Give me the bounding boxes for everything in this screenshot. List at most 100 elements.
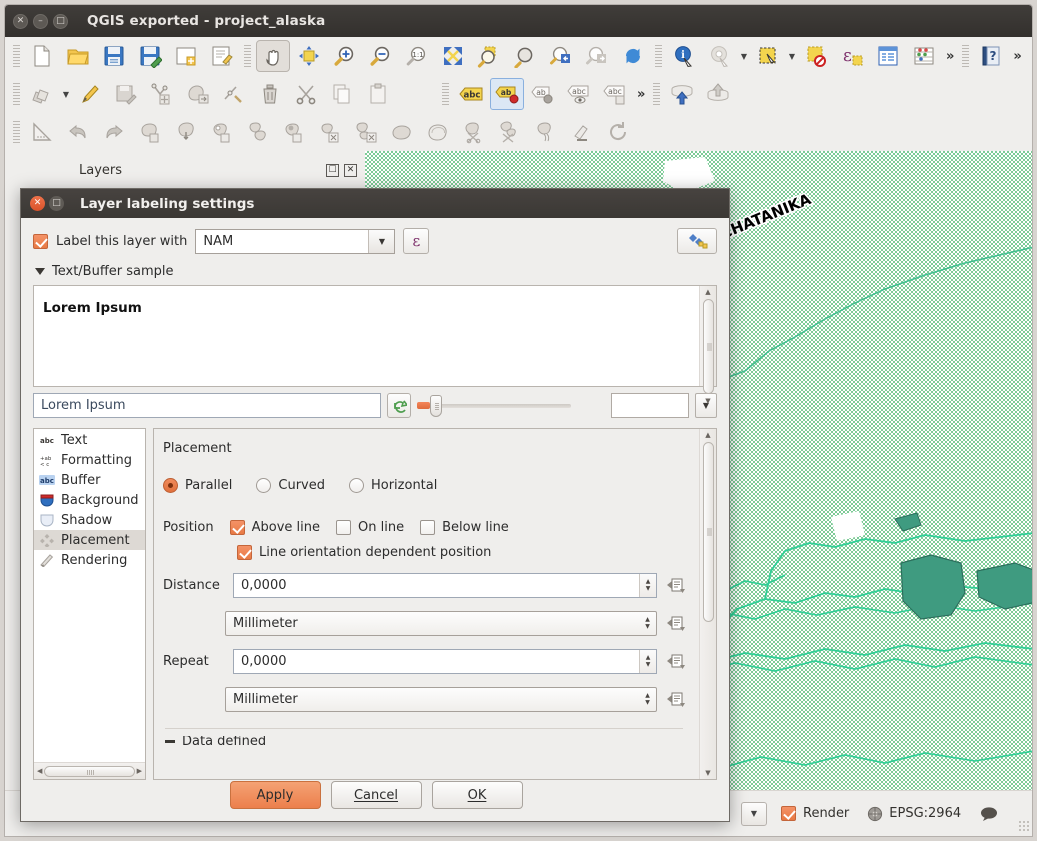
sidebar-item-background[interactable]: Background [34, 490, 145, 510]
current-edits-icon[interactable] [25, 78, 59, 110]
toolbar-grip-8[interactable] [13, 121, 20, 143]
add-vector-layer-icon[interactable] [701, 78, 735, 110]
save-project-as-icon[interactable] [133, 40, 167, 72]
sidebar-item-buffer[interactable]: abc Buffer [34, 470, 145, 490]
chevron-down-icon[interactable]: ▼ [738, 40, 750, 72]
repeat-spinbox[interactable]: 0,0000 ▲▼ [233, 649, 657, 674]
sample-zoom-value[interactable] [611, 393, 689, 418]
ok-button[interactable]: OK [432, 781, 523, 809]
measure-line-icon[interactable] [25, 116, 59, 148]
merge-features-icon[interactable] [529, 116, 563, 148]
distance-unit-data-defined-button[interactable] [665, 613, 689, 635]
scrollbar-thumb[interactable] [703, 299, 714, 394]
pan-to-selection-icon[interactable] [292, 40, 326, 72]
toolbar-grip-2[interactable] [244, 45, 251, 67]
distance-stepper[interactable]: ▲▼ [639, 574, 656, 597]
scroll-right-icon[interactable]: ▶ [135, 767, 144, 775]
resize-grip[interactable] [1018, 820, 1030, 832]
open-project-icon[interactable] [61, 40, 95, 72]
redo-icon[interactable] [97, 116, 131, 148]
sample-text-input[interactable]: Lorem Ipsum [33, 393, 381, 418]
placement-mode-horizontal[interactable]: Horizontal [349, 478, 437, 493]
add-part-icon[interactable] [241, 116, 275, 148]
delete-selected-icon[interactable] [253, 78, 287, 110]
save-project-icon[interactable] [97, 40, 131, 72]
show-hide-labels-icon[interactable]: abc [562, 78, 596, 110]
zoom-in-icon[interactable] [328, 40, 362, 72]
dialog-maximize-button[interactable]: □ [49, 196, 64, 211]
sidebar-item-placement[interactable]: Placement [34, 530, 145, 550]
position-below-line[interactable]: Below line [420, 520, 509, 535]
rotate-point-symbols-icon[interactable] [565, 116, 599, 148]
radio-curved[interactable] [256, 478, 271, 493]
rotate-feature-icon[interactable] [133, 116, 167, 148]
pin-labels-icon[interactable]: ab [526, 78, 560, 110]
chevron-down-icon[interactable]: ▼ [368, 230, 394, 253]
repeat-data-defined-button[interactable] [665, 651, 689, 673]
node-tool-icon[interactable] [217, 78, 251, 110]
reshape-features-icon[interactable] [385, 116, 419, 148]
close-icon[interactable]: ✕ [344, 164, 357, 177]
zoom-full-icon[interactable] [436, 40, 470, 72]
toolbar-grip-3[interactable] [655, 45, 662, 67]
move-label-icon[interactable]: abc [598, 78, 632, 110]
distance-unit-combo[interactable]: Millimeter ▲▼ [225, 611, 657, 636]
select-features-icon[interactable] [751, 40, 785, 72]
fill-ring-icon[interactable] [277, 116, 311, 148]
text-buffer-sample-section[interactable]: Text/Buffer sample [35, 264, 717, 279]
sidebar-item-text[interactable]: abc Text [34, 430, 145, 450]
select-by-expression-icon[interactable]: ε [835, 40, 869, 72]
checkbox-on-line[interactable] [336, 520, 351, 535]
toolbar-overflow-chevron-3[interactable]: » [633, 87, 649, 102]
crs-status[interactable]: EPSG:2964 [867, 806, 961, 822]
dialog-close-button[interactable]: ✕ [30, 196, 45, 211]
paste-features-icon[interactable] [361, 78, 395, 110]
render-checkbox[interactable] [781, 806, 796, 821]
run-feature-action-icon[interactable] [703, 40, 737, 72]
distance-spinbox[interactable]: 0,0000 ▲▼ [233, 573, 657, 598]
sidebar-scrollbar-thumb[interactable] [44, 766, 134, 777]
toolbar-overflow-chevron-2[interactable]: » [1009, 49, 1025, 64]
zoom-native-icon[interactable]: 1:1 [400, 40, 434, 72]
split-parts-icon[interactable] [493, 116, 527, 148]
collapse-triangle-icon[interactable] [35, 268, 45, 275]
zoom-last-icon[interactable] [544, 40, 578, 72]
collapse-minus-icon[interactable] [165, 740, 175, 743]
checkbox-line-orientation[interactable] [237, 545, 252, 560]
radio-horizontal[interactable] [349, 478, 364, 493]
undo-icon[interactable] [61, 116, 95, 148]
toolbar-grip[interactable] [13, 45, 20, 67]
window-minimize-button[interactable]: – [33, 14, 48, 29]
label-this-layer-checkbox[interactable] [33, 234, 48, 249]
delete-ring-icon[interactable] [313, 116, 347, 148]
sample-zoom-slider[interactable] [417, 393, 605, 418]
undock-icon[interactable]: ☐ [326, 164, 339, 177]
placement-mode-curved[interactable]: Curved [256, 478, 325, 493]
composer-manager-icon[interactable] [205, 40, 239, 72]
zoom-out-icon[interactable] [364, 40, 398, 72]
refresh-rotate-icon[interactable] [601, 116, 635, 148]
reset-button[interactable] [387, 393, 411, 418]
chevron-down-icon-3[interactable]: ▼ [60, 78, 72, 110]
scroll-down-icon[interactable]: ▼ [705, 395, 710, 407]
sidebar-item-shadow[interactable]: Shadow [34, 510, 145, 530]
new-project-icon[interactable] [25, 40, 59, 72]
identify-features-icon[interactable]: i [667, 40, 701, 72]
placement-settings-button[interactable] [677, 228, 717, 254]
cut-features-icon[interactable] [289, 78, 323, 110]
help-icon[interactable]: ? [974, 40, 1008, 72]
repeat-unit-stepper[interactable]: ▲▼ [639, 688, 656, 711]
distance-data-defined-button[interactable] [665, 575, 689, 597]
scroll-up-icon[interactable]: ▲ [705, 286, 710, 298]
simplify-feature-icon[interactable] [169, 116, 203, 148]
pan-map-icon[interactable] [256, 40, 290, 72]
expression-button[interactable]: ε [403, 228, 429, 254]
statistics-icon[interactable] [907, 40, 941, 72]
split-features-icon[interactable] [457, 116, 491, 148]
label-field-combo[interactable]: NAM ▼ [195, 229, 395, 254]
layer-labeling-icon[interactable]: abc [454, 78, 488, 110]
zoom-selection-icon[interactable] [472, 40, 506, 72]
repeat-unit-combo[interactable]: Millimeter ▲▼ [225, 687, 657, 712]
new-print-composer-icon[interactable] [169, 40, 203, 72]
data-defined-section[interactable]: Data defined [165, 736, 689, 747]
